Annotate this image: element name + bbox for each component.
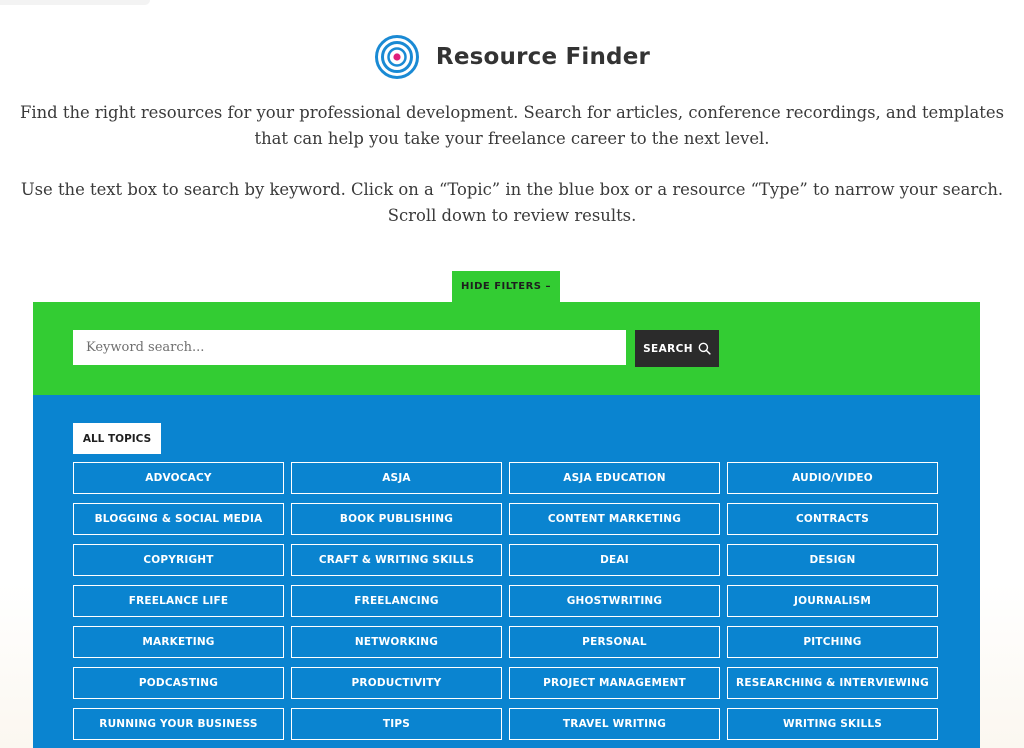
topic-button-running-your-business[interactable]: RUNNING YOUR BUSINESS [73, 708, 284, 740]
topic-button-pitching[interactable]: PITCHING [727, 626, 938, 658]
page-title: Resource Finder [435, 44, 651, 70]
topic-button-design[interactable]: DESIGN [727, 544, 938, 576]
topic-button-writing-skills[interactable]: WRITING SKILLS [727, 708, 938, 740]
topic-button-freelancing[interactable]: FREELANCING [291, 585, 502, 617]
topic-button-journalism[interactable]: JOURNALISM [727, 585, 938, 617]
topic-button-personal[interactable]: PERSONAL [509, 626, 720, 658]
topic-button-contracts[interactable]: CONTRACTS [727, 503, 938, 535]
search-band: SEARCH [33, 302, 980, 395]
search-button-label: SEARCH [643, 342, 693, 355]
topic-button-productivity[interactable]: PRODUCTIVITY [291, 667, 502, 699]
topic-button-asja[interactable]: ASJA [291, 462, 502, 494]
topic-button-podcasting[interactable]: PODCASTING [73, 667, 284, 699]
topic-button-advocacy[interactable]: ADVOCACY [73, 462, 284, 494]
topic-button-deai[interactable]: DEAI [509, 544, 720, 576]
topic-button-ghostwriting[interactable]: GHOSTWRITING [509, 585, 720, 617]
keyword-search-input[interactable] [73, 330, 626, 365]
hide-filters-toggle[interactable]: HIDE FILTERS – [452, 271, 560, 302]
topic-button-tips[interactable]: TIPS [291, 708, 502, 740]
intro-paragraph-1: Find the right resources for your profes… [20, 103, 1004, 148]
topic-button-content-marketing[interactable]: CONTENT MARKETING [509, 503, 720, 535]
topic-button-researching-interviewing[interactable]: RESEARCHING & INTERVIEWING [727, 667, 938, 699]
page-header: Resource Finder [0, 34, 1024, 80]
topic-button-freelance-life[interactable]: FREELANCE LIFE [73, 585, 284, 617]
topic-button-audio-video[interactable]: AUDIO/VIDEO [727, 462, 938, 494]
topics-panel: ALL TOPICS ADVOCACY ASJA ASJA EDUCATION AUD… [33, 395, 980, 748]
all-topics-button[interactable]: ALL TOPICS [73, 423, 161, 454]
topic-button-copyright[interactable]: COPYRIGHT [73, 544, 284, 576]
intro-paragraph-2: Use the text box to search by keyword. C… [20, 180, 1004, 225]
top-edge-sliver [0, 0, 150, 5]
topic-button-craft-writing-skills[interactable]: CRAFT & WRITING SKILLS [291, 544, 502, 576]
topic-grid: ADVOCACY ASJA ASJA EDUCATION AUDIO/VIDEO BLO… [73, 462, 938, 740]
topic-button-project-management[interactable]: PROJECT MANAGEMENT [509, 667, 720, 699]
search-button[interactable]: SEARCH [635, 330, 719, 367]
search-icon [698, 342, 711, 355]
topic-button-blogging-social-media[interactable]: BLOGGING & SOCIAL MEDIA [73, 503, 284, 535]
topic-button-marketing[interactable]: MARKETING [73, 626, 284, 658]
topic-button-asja-education[interactable]: ASJA EDUCATION [509, 462, 720, 494]
topic-button-book-publishing[interactable]: BOOK PUBLISHING [291, 503, 502, 535]
target-icon [374, 35, 419, 79]
topic-button-networking[interactable]: NETWORKING [291, 626, 502, 658]
topic-button-travel-writing[interactable]: TRAVEL WRITING [509, 708, 720, 740]
